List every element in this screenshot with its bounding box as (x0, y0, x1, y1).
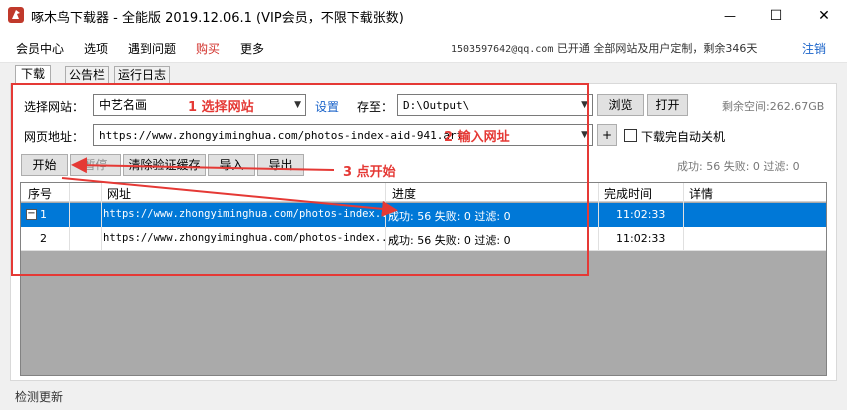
status-bar (0, 384, 847, 410)
arrow-to-start (71, 157, 335, 174)
arrow-to-progress (61, 177, 398, 217)
annotation-arrows (61, 157, 398, 217)
check-update-link[interactable]: 检测更新 (15, 388, 63, 405)
